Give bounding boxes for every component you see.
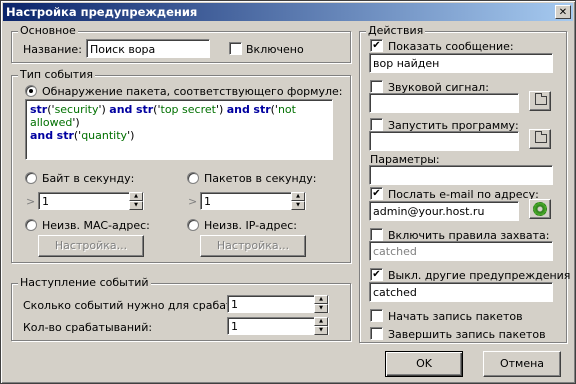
unknown-mac-label: Неизв. MAC-адрес: <box>42 219 150 232</box>
start-capture-label: Начать запись пакетов <box>388 310 523 323</box>
formula-token: ') <box>215 103 227 116</box>
formula-token: (' <box>270 103 278 116</box>
formula-token: ') <box>98 103 110 116</box>
formula-token: security <box>54 103 99 116</box>
disable-others-checkbox[interactable]: ✔ <box>370 268 383 281</box>
show-message-checkbox[interactable]: ✔ <box>370 39 383 52</box>
formula-token: str <box>30 103 48 116</box>
alert-settings-dialog: Настройка предупреждения ✕ Основное Назв… <box>0 0 576 384</box>
capture-rules-checkbox[interactable] <box>370 228 383 241</box>
spin-down-icon[interactable]: ▼ <box>129 201 143 210</box>
trigger-count-spinner[interactable]: ▲ ▼ <box>314 317 328 335</box>
unknown-ip-label: Неизв. IP-адрес: <box>204 219 297 232</box>
sound-checkbox[interactable] <box>370 80 383 93</box>
formula-token: str <box>135 103 154 116</box>
browse-sound-button[interactable] <box>529 91 551 111</box>
spin-down-icon[interactable]: ▼ <box>314 326 328 335</box>
browse-program-button[interactable] <box>529 129 551 149</box>
email-settings-button[interactable] <box>529 199 551 219</box>
close-icon: ✕ <box>558 7 568 18</box>
trigger-count-label: Кол-во срабатываний: <box>23 321 153 334</box>
folder-icon <box>535 131 547 143</box>
close-button[interactable]: ✕ <box>555 5 571 19</box>
ok-button[interactable]: OK <box>385 351 463 377</box>
packets-gt-label: > <box>188 195 198 208</box>
mac-settings-button[interactable]: Настройка... <box>38 235 144 257</box>
stop-capture-checkbox[interactable] <box>370 327 383 340</box>
email-label: Послать e-mail по адресу: <box>388 188 539 201</box>
window-title: Настройка предупреждения <box>6 5 198 19</box>
run-program-checkbox[interactable] <box>370 118 383 131</box>
occurrence-group-title: Наступление событий <box>18 276 151 289</box>
cancel-button[interactable]: Отмена <box>483 351 561 377</box>
spin-up-icon[interactable]: ▲ <box>129 192 143 201</box>
formula-token: ') <box>72 116 80 129</box>
events-needed-label: Сколько событий нужно для срабат.: <box>23 299 240 312</box>
formula-token: and <box>30 129 54 142</box>
event-type-group-title: Тип события <box>18 68 95 81</box>
spin-down-icon[interactable]: ▼ <box>291 201 305 210</box>
start-capture-checkbox[interactable] <box>370 309 383 322</box>
title-bar: Настройка предупреждения ✕ <box>3 3 573 21</box>
name-input[interactable]: Поиск вора <box>86 39 210 58</box>
disable-others-input[interactable]: catched <box>369 282 553 302</box>
gear-icon <box>533 202 547 216</box>
formula-token: str <box>253 103 271 116</box>
disable-others-label: Выкл. другие предупреждения <box>388 269 571 282</box>
program-input[interactable] <box>369 131 519 151</box>
capture-rules-input[interactable]: catched <box>369 241 553 261</box>
formula-token: str <box>56 129 74 142</box>
packets-per-second-label: Пакетов в секунду: <box>204 172 317 185</box>
unknown-mac-radio[interactable] <box>25 219 37 231</box>
spin-up-icon[interactable]: ▲ <box>314 295 328 304</box>
email-checkbox[interactable]: ✔ <box>370 187 383 200</box>
spin-down-icon[interactable]: ▼ <box>314 304 328 313</box>
name-label: Название: <box>23 43 82 56</box>
message-input[interactable]: вор найден <box>369 53 553 73</box>
bytes-spinner[interactable]: ▲ ▼ <box>129 192 143 210</box>
events-needed-spinner[interactable]: ▲ ▼ <box>314 295 328 313</box>
spin-up-icon[interactable]: ▲ <box>314 317 328 326</box>
unknown-ip-radio[interactable] <box>187 219 199 231</box>
formula-radio-label: Обнаружение пакета, соответствующего фор… <box>42 85 343 98</box>
stop-capture-label: Завершить запись пакетов <box>388 328 546 341</box>
formula-token: top secret <box>160 103 216 116</box>
enabled-checkbox[interactable] <box>229 42 242 55</box>
packets-per-second-radio[interactable] <box>187 172 199 184</box>
formula-token: ') <box>127 129 135 142</box>
packets-spinner[interactable]: ▲ ▼ <box>291 192 305 210</box>
spin-up-icon[interactable]: ▲ <box>291 192 305 201</box>
formula-radio[interactable] <box>25 85 37 97</box>
params-input[interactable] <box>369 165 553 185</box>
formula-token: (' <box>153 103 161 116</box>
bytes-per-second-radio[interactable] <box>25 172 37 184</box>
enabled-label: Включено <box>246 43 304 56</box>
actions-group-title: Действия <box>366 24 426 37</box>
ip-settings-button[interactable]: Настройка... <box>200 235 306 257</box>
bytes-per-second-label: Байт в секунду: <box>42 172 135 185</box>
basic-group-title: Основное <box>18 24 78 37</box>
formula-token: (' <box>47 103 55 116</box>
sound-input[interactable] <box>369 93 519 113</box>
email-input[interactable]: admin@your.host.ru <box>369 201 519 221</box>
formula-editor[interactable]: str('security') and str('top secret') an… <box>25 99 333 160</box>
formula-token: and <box>226 103 250 116</box>
formula-token: quantity <box>81 129 128 142</box>
folder-icon <box>535 93 547 105</box>
formula-token: and <box>109 103 133 116</box>
show-message-label: Показать сообщение: <box>388 40 514 53</box>
bytes-gt-label: > <box>26 195 36 208</box>
